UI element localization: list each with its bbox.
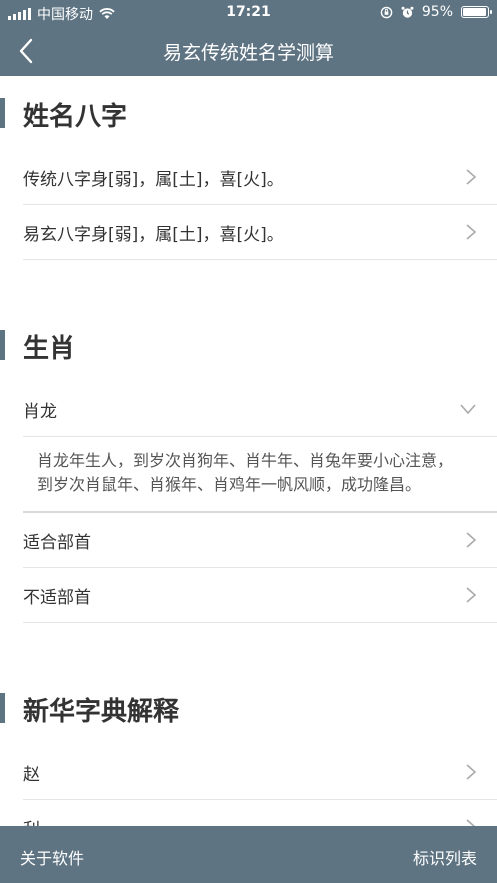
section-title: 新华字典解释 — [23, 697, 180, 727]
battery-icon — [461, 6, 492, 18]
list-item-label: 不适部首 — [23, 588, 91, 608]
status-bar: 中国移动 17:21 95% — [0, 0, 497, 26]
section-header-zodiac: 生肖 — [0, 308, 497, 382]
chevron-right-icon — [466, 169, 477, 185]
chevron-right-icon — [466, 819, 476, 826]
chevron-right-icon — [466, 532, 477, 548]
zodiac-description: 肖龙年生人，到岁次肖狗年、肖牛年、肖兔年要小心注意，到岁次肖鼠年、肖猴年、肖鸡年… — [23, 437, 497, 513]
nav-bar: 易玄传统姓名学测算 — [0, 26, 497, 76]
tag-list-button[interactable]: 标识列表 — [413, 845, 477, 869]
battery-percent: 95% — [421, 4, 453, 20]
list-item-zodiac-dragon[interactable]: 肖龙 — [23, 382, 497, 437]
list-item-label: 肖龙 — [23, 402, 57, 422]
section-title: 生肖 — [23, 334, 76, 364]
list-item-suitable-radicals[interactable]: 适合部首 — [23, 513, 497, 568]
alarm-icon — [401, 6, 414, 18]
section-header-bazi: 姓名八字 — [0, 76, 497, 150]
list-item-label: 适合部首 — [23, 533, 91, 553]
list-item-label: 传统八字身[弱]，属[土]，喜[火]。 — [23, 170, 284, 190]
list-item-char-li[interactable]: 利 — [23, 800, 497, 826]
list-item-traditional-bazi[interactable]: 传统八字身[弱]，属[土]，喜[火]。 — [23, 150, 497, 205]
list-item-yixuan-bazi[interactable]: 易玄八字身[弱]，属[土]，喜[火]。 — [23, 205, 497, 260]
chevron-right-icon — [466, 764, 477, 780]
rotation-lock-icon — [380, 6, 393, 18]
section-accent-bar — [0, 98, 5, 128]
bottom-bar: 关于软件 标识列表 — [0, 826, 497, 883]
about-app-button[interactable]: 关于软件 — [20, 845, 84, 869]
section-accent-bar — [0, 330, 5, 360]
section-title: 姓名八字 — [23, 102, 128, 132]
list-item-label: 易玄八字身[弱]，属[土]，喜[火]。 — [23, 225, 284, 245]
section-header-dictionary: 新华字典解释 — [0, 671, 497, 745]
section-accent-bar — [0, 693, 5, 723]
page-title: 易玄传统姓名学测算 — [162, 42, 334, 64]
status-right: 95% — [380, 4, 492, 20]
chevron-right-icon — [466, 224, 477, 240]
chevron-down-icon — [460, 404, 476, 415]
list-item-label: 赵 — [23, 765, 40, 785]
list-item-char-zhao[interactable]: 赵 — [23, 745, 497, 800]
content-area[interactable]: 姓名八字 传统八字身[弱]，属[土]，喜[火]。 易玄八字身[弱]，属[土]，喜… — [0, 76, 497, 826]
list-item-unsuitable-radicals[interactable]: 不适部首 — [23, 568, 497, 623]
chevron-right-icon — [466, 587, 477, 603]
list-item-label: 利 — [23, 815, 40, 826]
battery-fill — [463, 8, 486, 16]
